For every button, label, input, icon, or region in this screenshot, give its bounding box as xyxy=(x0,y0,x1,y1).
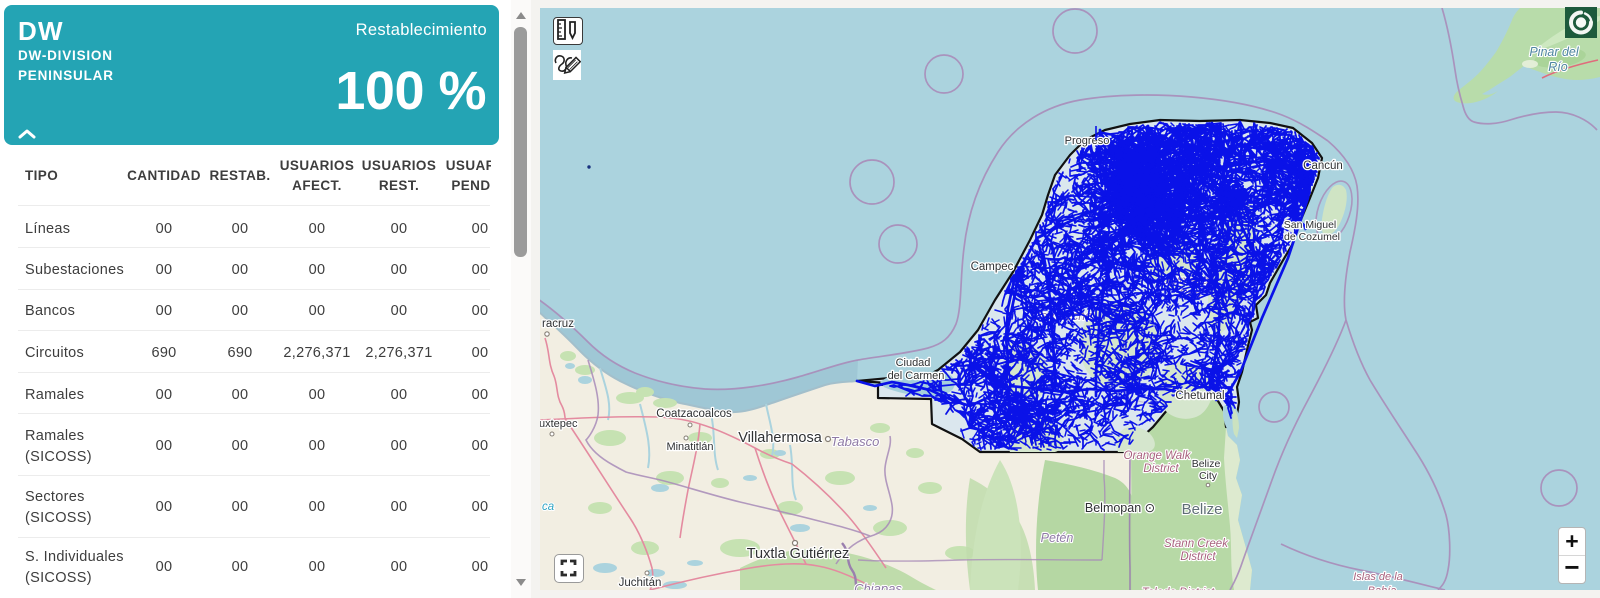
svg-text:Chetumal: Chetumal xyxy=(1175,390,1224,402)
svg-text:uxtepec: uxtepec xyxy=(540,418,578,430)
svg-text:Belmopan ⊙: Belmopan ⊙ xyxy=(1085,501,1155,515)
svg-text:del Carmen: del Carmen xyxy=(888,370,945,382)
svg-text:Stann Creek: Stann Creek xyxy=(1164,538,1229,550)
svg-text:Río: Río xyxy=(1548,60,1568,74)
svg-text:Pinar del: Pinar del xyxy=(1529,45,1580,59)
svg-text:Campec: Campec xyxy=(971,261,1014,273)
svg-text:City: City xyxy=(1199,470,1218,482)
svg-text:District: District xyxy=(1180,551,1216,563)
svg-text:Ciudad: Ciudad xyxy=(896,357,931,369)
svg-text:ca: ca xyxy=(542,501,554,513)
svg-text:Bahía: Bahía xyxy=(1368,585,1397,590)
svg-text:Tuxtla Gutiérrez: Tuxtla Gutiérrez xyxy=(747,546,850,562)
svg-text:Islas de la: Islas de la xyxy=(1353,571,1403,583)
svg-text:Belize: Belize xyxy=(1182,501,1223,518)
svg-text:Cancún: Cancún xyxy=(1303,160,1343,172)
svg-text:Belize: Belize xyxy=(1192,458,1221,470)
svg-text:Petén: Petén xyxy=(1041,531,1074,545)
svg-text:Chiapas: Chiapas xyxy=(854,581,902,590)
svg-text:Progreso: Progreso xyxy=(1065,135,1110,147)
svg-text:Tabasco: Tabasco xyxy=(831,434,880,449)
svg-text:Juchitán: Juchitán xyxy=(619,577,662,589)
svg-text:San Miguel: San Miguel xyxy=(1284,219,1337,231)
svg-text:Villahermosa: Villahermosa xyxy=(738,430,822,446)
svg-text:Toledo District: Toledo District xyxy=(1142,587,1215,590)
svg-text:Orange Walk: Orange Walk xyxy=(1124,450,1192,462)
svg-text:de Cozumel: de Cozumel xyxy=(1284,231,1340,243)
svg-text:Minatitlán: Minatitlán xyxy=(666,441,713,453)
svg-text:Coatzacoalcos: Coatzacoalcos xyxy=(656,408,732,420)
svg-text:District: District xyxy=(1143,463,1179,475)
svg-text:racruz: racruz xyxy=(542,318,574,330)
